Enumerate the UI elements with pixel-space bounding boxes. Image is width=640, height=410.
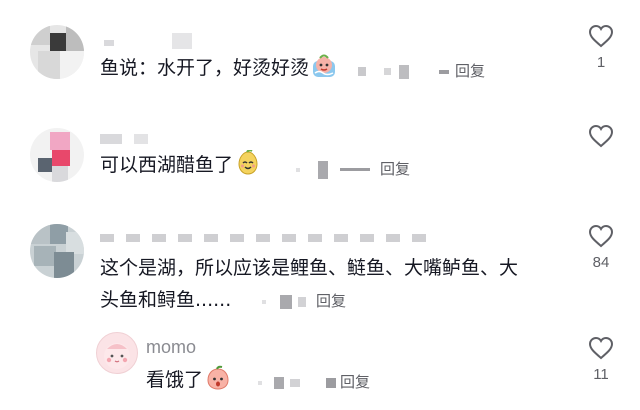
reply-item: momo 看饿了 回复 11 bbox=[0, 326, 640, 410]
username-blurred bbox=[172, 33, 192, 49]
heart-outline-icon bbox=[588, 124, 614, 148]
heart-outline-icon bbox=[588, 224, 614, 248]
avatar[interactable] bbox=[30, 224, 84, 278]
comment-item: 鱼说：水开了，好烫好烫 回复 1 bbox=[0, 0, 640, 100]
heart-outline-icon bbox=[588, 336, 614, 360]
like-button[interactable]: 11 bbox=[581, 336, 621, 383]
reply-button[interactable]: 回复 bbox=[258, 371, 370, 392]
username-blurred bbox=[104, 40, 114, 46]
username-blurred bbox=[100, 234, 430, 242]
reply-button[interactable]: 回复 bbox=[296, 158, 410, 179]
reply-username[interactable]: momo bbox=[146, 337, 196, 358]
smiling-pear-emoji-icon bbox=[238, 150, 258, 175]
comment-item: 这个是湖，所以应该是鲤鱼、鲢鱼、大嘴鲈鱼、大 头鱼和鲟鱼...... 回复 84 bbox=[0, 212, 640, 322]
avatar[interactable] bbox=[96, 332, 138, 374]
cartoon-face-icon bbox=[104, 343, 130, 369]
username-blurred bbox=[134, 134, 148, 144]
comment-text: 头鱼和鲟鱼...... bbox=[100, 289, 232, 311]
reply-button[interactable]: 回复 bbox=[262, 290, 346, 311]
like-button[interactable] bbox=[581, 124, 621, 148]
avatar[interactable] bbox=[30, 128, 84, 182]
peach-emoji-icon bbox=[207, 365, 229, 390]
like-count: 84 bbox=[592, 254, 610, 271]
crying-hot-emoji-icon bbox=[313, 54, 336, 77]
like-count: 1 bbox=[596, 54, 606, 71]
comment-item: 可以西湖醋鱼了 回复 bbox=[0, 112, 640, 200]
like-count: 11 bbox=[593, 366, 609, 383]
comment-text: 这个是湖，所以应该是鲤鱼、鲢鱼、大嘴鲈鱼、大 bbox=[100, 257, 519, 279]
username-blurred bbox=[100, 134, 122, 144]
avatar[interactable] bbox=[30, 25, 84, 79]
like-button[interactable]: 1 bbox=[581, 24, 621, 71]
like-button[interactable]: 84 bbox=[581, 224, 621, 271]
heart-outline-icon bbox=[588, 24, 614, 48]
comment-text: 可以西湖醋鱼了 bbox=[100, 149, 261, 181]
reply-button[interactable]: 回复 bbox=[358, 60, 485, 81]
comment-text: 鱼说：水开了，好烫好烫 bbox=[100, 52, 337, 84]
comment-text: 看饿了 bbox=[146, 364, 231, 396]
